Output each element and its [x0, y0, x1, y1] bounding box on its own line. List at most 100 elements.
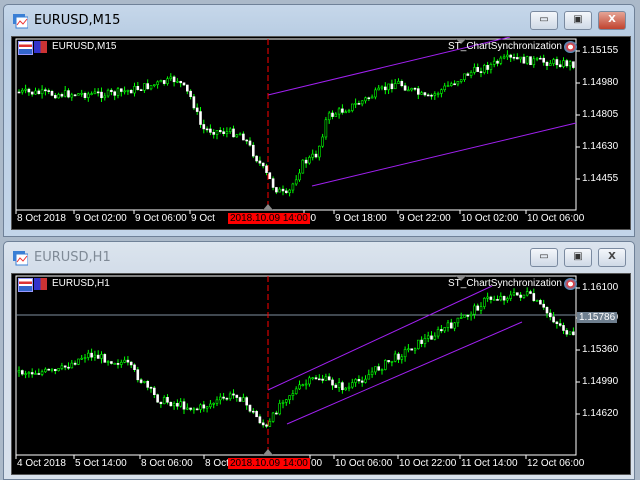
candle-body [357, 379, 361, 382]
candle-body [156, 394, 159, 403]
expert-advisor-icon[interactable] [564, 41, 577, 53]
price-chart[interactable]: EURUSD,M15 ST_ChartSynchronization 1.151… [11, 36, 631, 230]
candle-body [30, 91, 34, 95]
expert-advisor-icon[interactable] [564, 278, 577, 290]
candle-body [21, 89, 24, 93]
candle-body [67, 366, 70, 369]
candle-body [380, 369, 384, 371]
price-axis-label: 1.14980 [582, 77, 619, 88]
chart-window-h1[interactable]: EURUSD,H1 ▭ ▣ X EURUSD,H1 ST_ChartSynchr… [3, 241, 635, 480]
candle-body [377, 87, 381, 91]
time-axis-label: 9 Oct 22:00 [399, 213, 451, 224]
candle-body [344, 387, 348, 391]
minimize-button[interactable]: ▭ [530, 11, 558, 30]
chart-symbol-label: EURUSD,H1 [52, 278, 110, 289]
candle-body [509, 54, 513, 58]
candle-body [268, 421, 272, 427]
time-axis-label: 8 Oct 06:00 [141, 458, 193, 469]
candle-body [522, 56, 526, 64]
candle-body [506, 54, 509, 58]
candle-body [298, 384, 301, 390]
candle-body [377, 366, 381, 371]
candle-body [298, 172, 301, 181]
candle-body [284, 399, 288, 403]
candle-body [133, 364, 136, 371]
candle-body [40, 89, 44, 95]
restore-button[interactable]: ▣ [564, 11, 592, 30]
candle-body [433, 335, 437, 340]
candle-body [238, 397, 242, 402]
candle-body [57, 94, 60, 99]
candle-body [40, 371, 44, 375]
candle-body [202, 404, 206, 409]
candle-body [413, 348, 417, 351]
close-button[interactable]: X [598, 248, 626, 267]
candle-body [496, 299, 499, 301]
price-axis-label: 1.14805 [582, 109, 619, 120]
data-window-icon[interactable] [18, 41, 33, 55]
candle-body [113, 363, 116, 365]
candle-body [519, 294, 522, 298]
candle-body [341, 108, 344, 113]
price-chart[interactable]: EURUSD,H1 ST_ChartSynchronization 1.1610… [11, 273, 631, 475]
price-axis-label: 1.14620 [582, 408, 619, 419]
candle-body [288, 189, 291, 193]
save-template-icon[interactable] [34, 278, 47, 290]
candle-body [350, 382, 354, 388]
candle-body [21, 370, 24, 375]
candle-body [453, 83, 456, 86]
candle-body [496, 60, 499, 64]
crosshair-time-label: 2018.10.09 14:00 [228, 458, 310, 469]
candle-body [100, 354, 103, 359]
candle-body [106, 89, 110, 97]
candle-body [195, 408, 199, 411]
candle-body [370, 371, 374, 375]
candle-body [281, 401, 285, 404]
candle-body [542, 303, 546, 308]
candle-body [199, 404, 202, 410]
candle-body [370, 96, 374, 99]
candle-body [502, 56, 506, 59]
candle-body [60, 94, 64, 97]
candle-body [529, 291, 532, 294]
candle-body [515, 57, 519, 60]
candle-body [149, 387, 153, 389]
time-axis-label: 5 Oct 14:00 [75, 458, 127, 469]
candle-body [479, 306, 483, 311]
candle-body [57, 368, 60, 372]
candle-body [77, 93, 80, 96]
restore-button[interactable]: ▣ [564, 248, 592, 267]
candle-body [347, 386, 351, 389]
candle-body [350, 103, 354, 111]
candle-body [34, 373, 37, 375]
candle-body [245, 139, 248, 142]
candle-body [284, 190, 288, 193]
candle-body [558, 64, 562, 68]
candle-body [331, 112, 334, 117]
time-axis-label: 8 Oct [205, 458, 229, 469]
candle-body [37, 90, 41, 95]
candle-body [186, 84, 189, 92]
candle-body [162, 80, 166, 84]
candle-body [459, 317, 463, 319]
candle-body [463, 73, 466, 80]
candle-body [364, 97, 367, 102]
candle-body [317, 378, 321, 381]
minimize-button[interactable]: ▭ [530, 248, 558, 267]
candle-body [337, 382, 341, 388]
candle-body [225, 131, 229, 135]
save-template-icon[interactable] [34, 41, 47, 53]
candle-body [420, 339, 423, 344]
candle-body [506, 298, 509, 301]
price-axis-label: 1.15360 [582, 344, 619, 355]
candle-body [548, 312, 552, 318]
close-button[interactable]: X [598, 11, 626, 30]
candle-body [499, 57, 503, 64]
candle-body [443, 327, 447, 332]
candle-body [192, 408, 196, 411]
data-window-icon[interactable] [18, 278, 33, 292]
chart-window-m15[interactable]: EURUSD,M15 ▭ ▣ X EURUSD,M15 ST_ChartSync… [3, 4, 635, 237]
candle-body [311, 377, 315, 380]
candle-body [238, 133, 242, 136]
candle-body [383, 360, 387, 370]
